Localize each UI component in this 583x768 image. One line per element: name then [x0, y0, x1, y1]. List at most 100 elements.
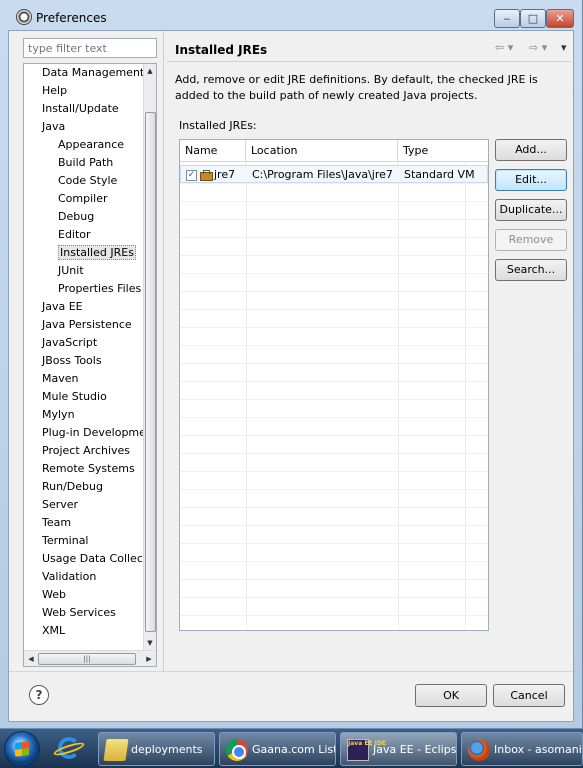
row-divider	[180, 363, 488, 364]
tree-item[interactable]: Appearance	[24, 136, 144, 154]
tree-item[interactable]: Team	[24, 514, 144, 532]
duplicate-button[interactable]: Duplicate...	[495, 199, 567, 221]
tree-item-label: Project Archives	[42, 444, 131, 457]
tree-item[interactable]: Install/Update	[24, 100, 144, 118]
view-menu-icon[interactable]: ▾	[561, 41, 567, 54]
eclipse-gear-icon	[16, 9, 32, 25]
page-description: Add, remove or edit JRE definitions. By …	[175, 73, 538, 102]
row-divider	[180, 309, 488, 310]
jre-default-checkbox[interactable]: ✓	[186, 169, 197, 181]
tree-item[interactable]: Java	[24, 118, 144, 136]
scroll-right-arrow-icon[interactable]: ▶	[142, 651, 156, 666]
tree-item[interactable]: Data Management	[24, 64, 144, 82]
remove-button[interactable]: Remove	[495, 229, 567, 251]
jre-type-cell: Standard VM	[404, 168, 475, 181]
taskbar-item-inbox[interactable]: Inbox - asomani...	[461, 732, 583, 766]
tree-item[interactable]: Usage Data Collector	[24, 550, 144, 568]
tree-item-label: Compiler	[58, 192, 108, 205]
row-divider	[180, 399, 488, 400]
tree-item[interactable]: Help	[24, 82, 144, 100]
folder-icon	[103, 739, 129, 761]
page-navigation: ⇦ ▾ ⇨ ▾ ▾	[495, 41, 571, 57]
scroll-left-arrow-icon[interactable]: ◀	[24, 651, 38, 666]
tree-list: Data Management Help Install/Update Java App…	[24, 64, 144, 650]
title-separator	[167, 61, 571, 62]
tree-item-label: Validation	[42, 570, 97, 583]
help-icon[interactable]: ?	[29, 685, 49, 705]
tree-item[interactable]: Java EE	[24, 298, 144, 316]
tree-item[interactable]: Run/Debug	[24, 478, 144, 496]
column-header-type[interactable]: Type	[398, 140, 488, 162]
tree-item-label: Appearance	[58, 138, 125, 151]
search-button[interactable]: Search...	[495, 259, 567, 281]
row-divider	[180, 543, 488, 544]
tree-item[interactable]: Code Style	[24, 172, 144, 190]
cancel-button[interactable]: Cancel	[493, 684, 565, 707]
tree-item[interactable]: Mule Studio	[24, 388, 144, 406]
column-divider	[246, 162, 247, 630]
column-header-name[interactable]: Name	[180, 140, 246, 162]
tree-item[interactable]: Terminal	[24, 532, 144, 550]
tree-item-label: Installed JREs	[58, 245, 136, 260]
tree-item-label: Server	[42, 498, 79, 511]
tree-item[interactable]: Editor	[24, 226, 144, 244]
tree-item-label: Java Persistence	[42, 318, 132, 331]
tree-item[interactable]: Web	[24, 586, 144, 604]
tree-horizontal-scrollbar[interactable]: ◀ ||| ▶	[24, 650, 156, 666]
maximize-button[interactable]: □	[520, 9, 546, 28]
add-button[interactable]: Add...	[495, 139, 567, 161]
close-button[interactable]: ✕	[546, 9, 574, 28]
tree-item-label: Debug	[58, 210, 95, 223]
tree-item[interactable]: Maven	[24, 370, 144, 388]
scroll-thumb[interactable]	[145, 112, 156, 632]
tree-item[interactable]: Java Persistence	[24, 316, 144, 334]
tree-item[interactable]: JUnit	[24, 262, 144, 280]
jre-name: jre7	[214, 168, 236, 181]
tree-item[interactable]: JavaScript	[24, 334, 144, 352]
tree-item[interactable]: Installed JREs	[24, 244, 144, 262]
row-divider	[180, 291, 488, 292]
back-arrow-icon[interactable]: ⇦ ▾	[495, 41, 513, 54]
tree-item[interactable]: JBoss Tools	[24, 352, 144, 370]
tree-item-label: Plug-in Development	[42, 426, 144, 439]
jre-location-cell: C:\Program Files\Java\jre7	[252, 168, 393, 181]
tree-item-label: Mule Studio	[42, 390, 107, 403]
row-divider	[180, 561, 488, 562]
horizontal-scroll-thumb[interactable]: |||	[38, 653, 136, 665]
tree-item[interactable]: Properties Files Edito	[24, 280, 144, 298]
filter-input[interactable]	[23, 38, 157, 58]
tree-item[interactable]: Plug-in Development	[24, 424, 144, 442]
tree-item[interactable]: Project Archives	[24, 442, 144, 460]
preferences-window: Preferences ‒ □ ✕ Data Management Help Ins…	[0, 0, 583, 728]
start-button[interactable]	[4, 731, 40, 767]
row-divider	[180, 579, 488, 580]
scroll-down-arrow-icon[interactable]: ▼	[144, 636, 156, 650]
tree-item-label: XML	[42, 624, 66, 637]
tree-item-label: Terminal	[42, 534, 89, 547]
tree-item[interactable]: XML	[24, 622, 144, 640]
tree-item[interactable]: Debug	[24, 208, 144, 226]
forward-arrow-icon[interactable]: ⇨ ▾	[529, 41, 547, 54]
tree-item[interactable]: Server	[24, 496, 144, 514]
installed-jres-label: Installed JREs:	[179, 119, 257, 132]
taskbar-item-eclipse[interactable]: Java EE IDE Java EE - Eclipse	[340, 732, 457, 766]
taskbar-item-gaana[interactable]: Gaana.com List...	[219, 732, 336, 766]
tree-item[interactable]: Validation	[24, 568, 144, 586]
taskbar-item-label: deployments	[131, 743, 203, 756]
ok-button[interactable]: OK	[415, 684, 487, 707]
tree-item[interactable]: Remote Systems	[24, 460, 144, 478]
column-header-location[interactable]: Location	[246, 140, 398, 162]
table-row[interactable]: ✓ jre7 C:\Program Files\Java\jre7 Standar…	[180, 165, 488, 183]
edit-button[interactable]: Edit...	[495, 169, 567, 191]
pane-splitter[interactable]	[163, 31, 164, 671]
tree-item[interactable]: Build Path	[24, 154, 144, 172]
internet-explorer-icon[interactable]	[52, 735, 86, 765]
tree-item[interactable]: Compiler	[24, 190, 144, 208]
tree-vertical-scrollbar[interactable]: ▲ ▼	[143, 64, 156, 650]
scroll-up-arrow-icon[interactable]: ▲	[144, 64, 156, 78]
tree-item-label: JUnit	[58, 264, 84, 277]
taskbar-item-deployments[interactable]: deployments	[98, 732, 215, 766]
tree-item[interactable]: Mylyn	[24, 406, 144, 424]
tree-item[interactable]: Web Services	[24, 604, 144, 622]
minimize-button[interactable]: ‒	[494, 9, 520, 28]
